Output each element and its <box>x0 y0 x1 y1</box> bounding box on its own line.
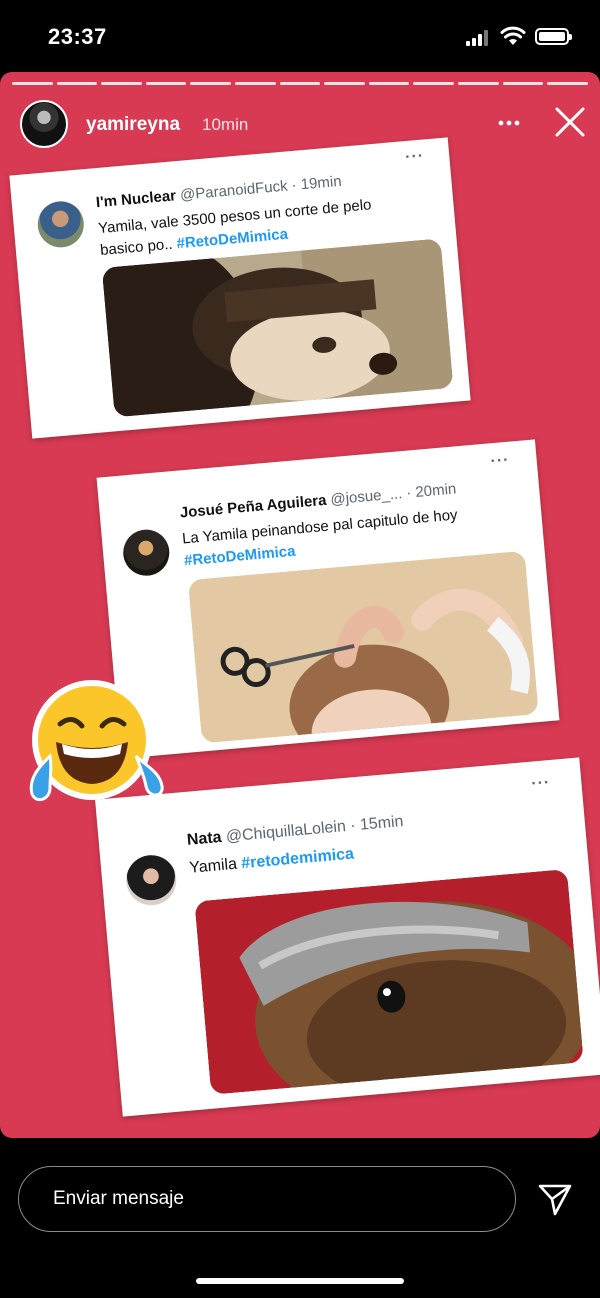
tweet-hashtag[interactable]: #retodemimica <box>241 845 355 872</box>
story-progress-bar <box>12 82 588 85</box>
tweet-card-1[interactable]: I'm Nuclear @ParanoidFuck · 19min ··· Ya… <box>9 137 471 439</box>
more-dots-icon[interactable] <box>494 108 524 138</box>
tweet-avatar[interactable] <box>124 853 179 908</box>
tweet-media-haircut[interactable] <box>187 550 539 744</box>
message-input[interactable]: Enviar mensaje <box>18 1166 516 1232</box>
wifi-icon <box>500 26 526 45</box>
story-avatar[interactable] <box>20 100 68 148</box>
story-time-ago: 10min <box>202 115 249 134</box>
story-canvas[interactable]: yamireyna 10min I'm Nuclear @ParanoidFuc… <box>0 72 600 1138</box>
tweet-more-icon[interactable]: ··· <box>490 452 510 472</box>
status-bar: 23:37 <box>0 0 600 72</box>
home-indicator <box>196 1278 404 1284</box>
status-time: 23:37 <box>48 24 107 49</box>
battery-icon <box>535 28 572 45</box>
tweet-media-guinea-pig[interactable] <box>194 868 584 1095</box>
close-icon[interactable] <box>552 104 588 140</box>
tweet-avatar[interactable] <box>35 199 86 250</box>
story-header: yamireyna 10min <box>0 100 600 152</box>
story-username[interactable]: yamireyna <box>86 114 180 136</box>
tweet-text: Yamila #retodemimica <box>188 845 355 877</box>
tweet-more-icon[interactable]: ··· <box>405 147 425 167</box>
tweet-media-dog[interactable] <box>101 238 454 418</box>
message-placeholder: Enviar mensaje <box>53 1188 184 1209</box>
tweet-author[interactable]: Nata @ChiquillaLolein · 15min <box>186 813 404 850</box>
tweet-more-icon[interactable]: ··· <box>531 774 551 794</box>
tweet-card-3[interactable]: Nata @ChiquillaLolein · 15min ··· Yamila… <box>95 757 600 1117</box>
laughing-tears-emoji-icon[interactable] <box>20 674 170 810</box>
send-icon[interactable] <box>536 1180 574 1218</box>
cellular-signal-icon <box>466 30 488 46</box>
tweet-avatar[interactable] <box>121 527 172 578</box>
